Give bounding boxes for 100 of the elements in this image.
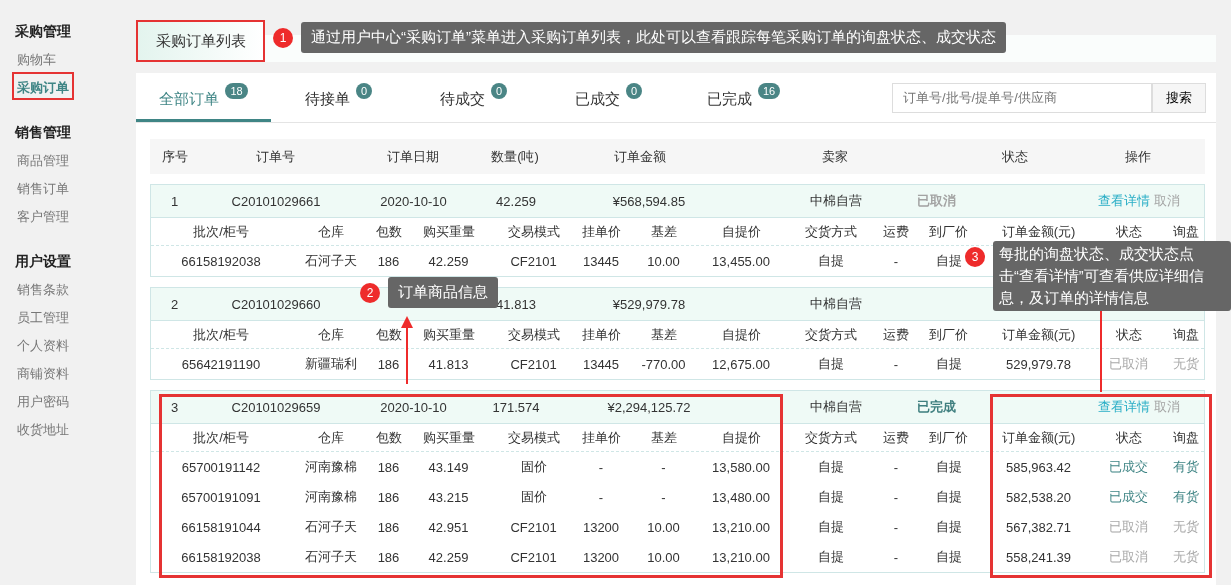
table-cell: - <box>893 519 899 535</box>
table-cell: 河南豫棉 <box>305 488 357 506</box>
sidebar-item[interactable]: 商品管理 <box>12 145 74 173</box>
order-status: 已完成 <box>916 399 956 414</box>
column-header: 运费 <box>883 428 909 447</box>
tab[interactable]: 已成交 <box>574 88 620 109</box>
table-cell: 12,675.00 <box>712 356 770 372</box>
table-cell: 2020-10-10 <box>380 193 447 209</box>
sidebar-item[interactable]: 销售条款 <box>12 274 74 302</box>
table-cell: 石河子天 <box>305 518 357 536</box>
table-cell: 13445 <box>582 356 620 372</box>
table-cell: 66158192038 <box>181 549 261 565</box>
column-header: 状态 <box>1115 428 1142 447</box>
sidebar-item[interactable]: 用户密码 <box>12 386 74 414</box>
table-cell: 65700191091 <box>181 489 261 505</box>
table-cell: - <box>598 489 604 505</box>
table-cell-text: 3 <box>170 399 179 415</box>
column-header: 序号 <box>161 147 188 166</box>
table-cell: 固价 <box>520 488 547 506</box>
table-cell: - <box>893 549 899 565</box>
column-header: 订单金额(元) <box>1001 222 1076 241</box>
table-cell-text: 1 <box>170 193 179 209</box>
column-header: 询盘 <box>1173 325 1199 344</box>
table-cell: 186 <box>377 489 400 505</box>
sidebar-item[interactable]: 收货地址 <box>12 414 74 442</box>
column-header: 包数 <box>375 222 402 241</box>
column-header: 运费 <box>883 222 909 241</box>
sidebar-item[interactable]: 员工管理 <box>12 302 74 330</box>
status-text: 已取消 <box>1109 518 1148 536</box>
table-cell: CF2101 <box>510 549 557 565</box>
callout-note: 通过用户中心“采购订单”菜单进入采购订单列表，此处可以查看跟踪每笔采购订单的询盘状态、成交状态 <box>301 22 1006 53</box>
column-header: 到厂价 <box>929 428 968 447</box>
sidebar-item[interactable]: 个人资料 <box>12 330 74 358</box>
column-header: 状态 <box>1115 325 1142 344</box>
table-cell: 13,580.00 <box>712 459 770 475</box>
column-header: 挂单价 <box>581 428 621 447</box>
search-field[interactable]: 订单号/批号/提单号/供应商 <box>892 82 1152 113</box>
table-cell: 43.149 <box>428 459 469 475</box>
table-cell: 自提 <box>818 548 844 566</box>
column-header: 购买重量 <box>422 222 475 241</box>
sidebar-item[interactable]: 商铺资料 <box>12 358 74 386</box>
table-cell: 中棉自营 <box>810 295 862 313</box>
table-cell: 10.00 <box>647 549 680 565</box>
table-cell: 2020-10-10 <box>380 399 447 415</box>
sidebar-item[interactable]: 购物车 <box>12 44 61 72</box>
action-link[interactable]: 查看详情 <box>1097 398 1150 416</box>
inquiry-text: 无货 <box>1173 518 1199 536</box>
column-header: 状态 <box>1002 147 1028 166</box>
table-cell-text: ¥529,979.78 <box>611 296 686 312</box>
page-title: 采购订单列表 <box>136 20 265 62</box>
table-cell: 567,382.71 <box>1005 519 1072 535</box>
column-header: 批次/柜号 <box>193 325 249 344</box>
table-cell: 中棉自营 <box>810 398 862 416</box>
sidebar-item[interactable]: 客户管理 <box>12 201 74 229</box>
column-header: 询盘 <box>1173 222 1199 241</box>
order-status: 已取消 <box>916 193 956 208</box>
table-cell: 186 <box>377 549 400 565</box>
sidebar-heading: 用户设置 <box>14 252 71 271</box>
table-cell: CF2101 <box>510 253 557 269</box>
table-cell: 13445 <box>582 253 620 269</box>
column-header: 仓库 <box>318 428 344 447</box>
inquiry-text: 无货 <box>1173 355 1199 373</box>
column-header: 运费 <box>883 325 909 344</box>
action-link[interactable]: 查看详情 <box>1097 192 1150 210</box>
count-badge: 16 <box>757 83 781 99</box>
tab[interactable]: 待接单 <box>304 88 350 109</box>
column-header: 挂单价 <box>581 222 621 241</box>
tab[interactable]: 待成交 <box>439 88 485 109</box>
sidebar-heading: 销售管理 <box>13 123 71 142</box>
sidebar-item[interactable]: 销售订单 <box>12 173 74 201</box>
inquiry-text: 有货 <box>1173 458 1199 476</box>
table-cell-text: ¥568,594.85 <box>611 193 686 209</box>
table-cell: 自提 <box>818 252 844 270</box>
table-cell: - <box>661 459 666 475</box>
table-cell: 10.00 <box>647 519 680 535</box>
table-cell: 558,241.39 <box>1005 549 1072 565</box>
column-header: 仓库 <box>318 325 344 344</box>
table-cell-text: ¥2,294,125.72 <box>606 399 691 415</box>
column-header: 购买重量 <box>422 428 475 447</box>
arrow <box>401 316 413 384</box>
sidebar-item[interactable]: 采购订单 <box>12 72 74 100</box>
tab[interactable]: 全部订单 <box>159 88 220 109</box>
table-cell: 中棉自营 <box>810 192 862 210</box>
column-header: 批次/柜号 <box>193 222 249 241</box>
table-cell: CF2101 <box>510 519 557 535</box>
table-cell: 自提 <box>935 252 962 270</box>
callout-note: 每批的询盘状态、成交状态点击“查看详情”可查看供应详细信息，及订单的详情信息 <box>993 241 1231 311</box>
column-header: 交易模式 <box>507 428 560 447</box>
count-badge: 0 <box>625 83 643 99</box>
status-text: 已成交 <box>1109 488 1148 506</box>
column-header: 包数 <box>375 428 402 447</box>
table-cell: -770.00 <box>641 356 686 372</box>
table-cell: 65642191190 <box>181 356 261 372</box>
search-button[interactable]: 搜索 <box>1152 82 1206 113</box>
table-cell: 13,210.00 <box>712 519 770 535</box>
column-header: 数量(吨) <box>491 147 539 166</box>
column-header: 仓库 <box>318 222 344 241</box>
table-cell: 582,538.20 <box>1005 489 1072 505</box>
tab[interactable]: 已完成 <box>706 88 752 109</box>
column-header: 交货方式 <box>805 428 857 447</box>
